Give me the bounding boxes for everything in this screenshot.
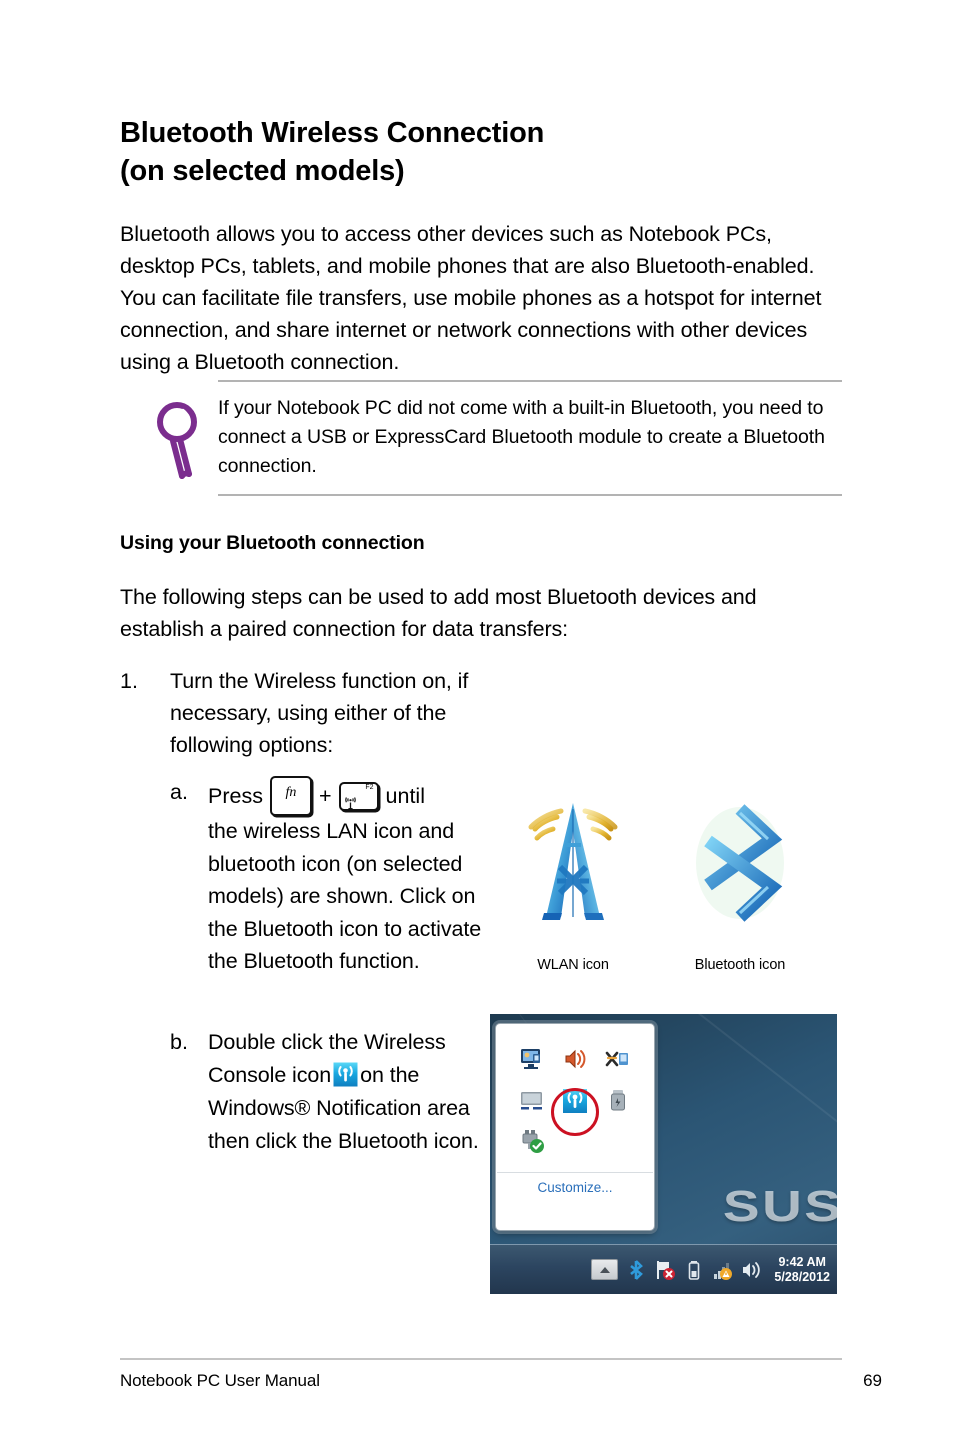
manual-page: Bluetooth Wireless Connection (on select… xyxy=(0,0,954,1438)
step-1-text: Turn the Wireless function on, if necess… xyxy=(170,669,469,757)
display-monitor-icon[interactable] xyxy=(519,1088,545,1114)
wlan-tower-icon xyxy=(513,795,633,930)
desktop-streak-1 xyxy=(648,1014,837,1136)
notification-area-popup: Customize... xyxy=(495,1023,655,1231)
footer-rule xyxy=(120,1358,842,1360)
until-label: until xyxy=(385,784,425,808)
step-b-body: Double click the Wireless Console icon o… xyxy=(208,1026,488,1158)
bluetooth-rune-icon xyxy=(680,797,800,932)
wireless-glyph-icon xyxy=(344,789,362,809)
show-hidden-icons-arrow-icon[interactable] xyxy=(591,1259,619,1280)
volume-speaker-icon[interactable] xyxy=(562,1046,588,1072)
taskbar-date: 5/28/2012 xyxy=(774,1269,830,1284)
note-box: If your Notebook PC did not come with a … xyxy=(120,380,842,496)
safely-remove-hardware-icon[interactable] xyxy=(519,1128,545,1154)
section-subheading: Using your Bluetooth connection xyxy=(120,532,425,554)
press-label: Press xyxy=(208,784,263,808)
plus-sign: + xyxy=(318,784,332,808)
bluetooth-icon-caption: Bluetooth icon xyxy=(694,957,786,973)
magnifier-icon xyxy=(153,398,207,480)
step-b-marker: b. xyxy=(170,1030,188,1054)
wireless-console-icon xyxy=(333,1062,358,1087)
intro-steps-paragraph: The following steps can be used to add m… xyxy=(120,585,757,641)
page-title: Bluetooth Wireless Connection (on select… xyxy=(120,114,840,190)
bluetooth-icon[interactable] xyxy=(625,1258,647,1282)
battery-icon[interactable] xyxy=(683,1258,705,1282)
keycap-f2-label: F2 xyxy=(365,783,374,791)
customize-link[interactable]: Customize... xyxy=(496,1180,654,1195)
note-text: If your Notebook PC did not come with a … xyxy=(218,397,825,477)
note-rule-top xyxy=(218,380,842,382)
action-center-flag-error-icon[interactable] xyxy=(654,1258,676,1282)
note-rule-bottom xyxy=(218,494,842,496)
popup-separator xyxy=(497,1172,653,1173)
keycap-fn-icon: fn xyxy=(269,776,312,816)
highlight-ring xyxy=(551,1088,599,1136)
network-disconnected-icon[interactable] xyxy=(605,1046,631,1072)
step-a-first-line: Press fn + F2 until xyxy=(208,776,425,816)
keycap-fn-label: fn xyxy=(285,785,297,800)
network-signal-warning-icon[interactable] xyxy=(712,1258,734,1282)
taskbar-tray: 9:42 AM 5/28/2012 xyxy=(591,1245,833,1294)
step-a-marker: a. xyxy=(170,780,188,804)
keycap-f2-wireless-icon: F2 xyxy=(338,781,379,811)
page-title-line1: Bluetooth Wireless Connection xyxy=(120,117,545,149)
taskbar: 9:42 AM 5/28/2012 xyxy=(490,1244,837,1294)
step-1-marker: 1. xyxy=(120,669,138,693)
step-a-body: the wireless LAN icon and bluetooth icon… xyxy=(208,819,482,973)
taskbar-time: 9:42 AM xyxy=(778,1254,826,1269)
footer-manual-title: Notebook PC User Manual xyxy=(120,1371,320,1390)
asus-watermark: SUS xyxy=(722,1182,837,1231)
wlan-icon-caption: WLAN icon xyxy=(537,957,609,973)
windows-tray-screenshot: SUS Customize... 9:42 AM 5/28/2012 xyxy=(490,1014,837,1294)
intro-paragraph: Bluetooth allows you to access other dev… xyxy=(120,222,822,374)
volume-icon[interactable] xyxy=(741,1258,763,1282)
page-title-line2: (on selected models) xyxy=(120,155,405,187)
taskbar-clock[interactable]: 9:42 AM 5/28/2012 xyxy=(774,1255,833,1285)
footer-page-number: 69 xyxy=(863,1371,882,1390)
usb-device-icon[interactable] xyxy=(605,1088,631,1114)
figure-wireless-icons: WLAN icon Bluetooth icon xyxy=(495,795,845,990)
network-monitor-icon[interactable] xyxy=(519,1046,545,1072)
